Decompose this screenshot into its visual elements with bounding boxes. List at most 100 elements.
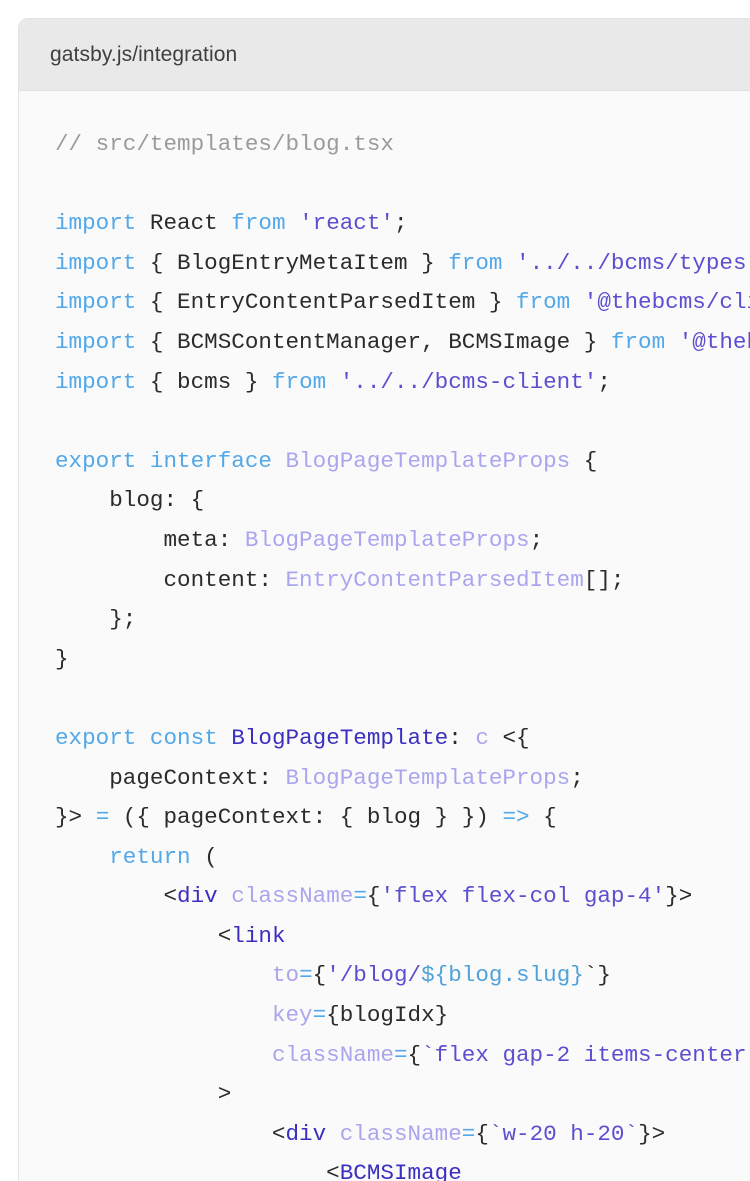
code-token: { xyxy=(529,804,557,831)
code-token: '@thebcms/components-react' xyxy=(678,328,750,355)
code-token: BlogPageTemplate xyxy=(231,724,449,751)
code-line: import { BCMSContentManager, BCMSImage }… xyxy=(55,329,750,355)
code-line: blog: { xyxy=(55,487,204,513)
code-token: = xyxy=(353,883,367,910)
code-token: pageContext: xyxy=(55,764,286,791)
code-token: className xyxy=(271,1041,394,1068)
code-token: EntryContentParsedItem xyxy=(285,566,584,593)
code-token: to xyxy=(271,962,300,989)
code-token: return xyxy=(109,843,191,870)
code-token: `} xyxy=(583,962,611,989)
code-line: export interface BlogPageTemplateProps { xyxy=(55,448,597,474)
code-token: BCMSImage xyxy=(339,1160,462,1181)
code-token: import xyxy=(55,328,137,355)
code-line: <div className={`w-20 h-20`}> xyxy=(55,1121,665,1147)
code-token: { xyxy=(570,447,598,474)
code-token: import xyxy=(55,249,137,276)
code-token: = xyxy=(393,1041,408,1068)
code-token: from xyxy=(610,328,666,355)
screenshot-page: gatsby.js/integration // src/templates/b… xyxy=(0,0,750,1181)
code-token: }> xyxy=(665,883,693,910)
code-line: export const BlogPageTemplate: c <{ xyxy=(55,725,530,751)
code-line: import { BlogEntryMetaItem } from '../..… xyxy=(55,250,750,276)
code-token: }> xyxy=(638,1120,666,1147)
code-line: } xyxy=(55,646,69,672)
code-line: }; xyxy=(55,606,136,632)
code-token: < xyxy=(55,883,178,910)
code-line: // src/templates/blog.tsx xyxy=(55,131,394,157)
code-line: > xyxy=(55,1081,232,1108)
code-line: meta: BlogPageTemplateProps; xyxy=(55,527,543,553)
code-token: from xyxy=(448,249,503,276)
code-token: `w-20 h-20` xyxy=(488,1120,639,1147)
code-snippet-card: gatsby.js/integration // src/templates/b… xyxy=(18,18,750,1181)
code-line: <link xyxy=(55,923,286,949)
code-token: []; xyxy=(583,566,625,593)
code-token: div xyxy=(285,1120,327,1147)
code-token: import xyxy=(55,368,137,395)
code-line: <BCMSImage xyxy=(55,1160,462,1181)
code-line: import React from 'react'; xyxy=(55,210,408,236)
code-token: ({ pageContext: { blog } }) xyxy=(109,804,503,831)
code-token: `flex gap-2 items-center` xyxy=(421,1041,750,1068)
code-line: to={'/blog/${blog.slug}`} xyxy=(55,962,611,988)
code-token: link xyxy=(231,922,286,949)
code-token: '@thebcms/client' xyxy=(583,289,750,316)
code-line: }> = ({ pageContext: { blog } }) => { xyxy=(55,804,557,830)
code-token: ${blog.slug} xyxy=(421,962,584,989)
code-token: className xyxy=(231,883,354,910)
code-line: return ( xyxy=(55,843,218,870)
code-block[interactable]: // src/templates/blog.tsx import React f… xyxy=(19,125,750,1181)
code-card-body: // src/templates/blog.tsx import React f… xyxy=(19,91,750,1181)
code-line: import { EntryContentParsedItem } from '… xyxy=(55,289,750,315)
code-token: > xyxy=(55,1081,232,1108)
code-token: const xyxy=(149,724,218,751)
code-token: < xyxy=(55,922,232,949)
code-token: ; xyxy=(597,368,611,395)
code-token: <{ xyxy=(488,724,530,751)
code-token: '../../bcms/types' xyxy=(516,249,750,276)
code-card-header: gatsby.js/integration xyxy=(19,19,750,91)
code-token: { xyxy=(366,883,381,910)
code-token: { bcms } xyxy=(136,368,272,395)
code-token: meta: xyxy=(55,526,245,553)
code-token: className xyxy=(339,1120,462,1147)
code-token: { EntryContentParsedItem } xyxy=(136,289,516,316)
code-token: ; xyxy=(394,210,408,237)
code-line: <div className={'flex flex-col gap-4'}> xyxy=(55,883,692,909)
code-line: key={blogIdx} xyxy=(55,1002,448,1028)
code-token: 'flex flex-col gap-4' xyxy=(380,883,666,910)
code-token: { xyxy=(407,1041,422,1068)
code-token: : xyxy=(448,724,476,751)
code-token: = xyxy=(312,1002,327,1029)
code-token: }> xyxy=(55,804,96,831)
code-token: from xyxy=(231,210,286,237)
code-token: < xyxy=(55,1160,340,1181)
code-token: { xyxy=(312,962,327,989)
code-token: '/blog/ xyxy=(326,962,422,989)
code-token: content: xyxy=(55,566,286,593)
code-token: { BlogEntryMetaItem } xyxy=(136,249,449,276)
code-token: key xyxy=(271,1002,313,1029)
code-token: < xyxy=(55,1120,286,1147)
code-token: = xyxy=(299,962,313,989)
code-token: ( xyxy=(190,843,218,870)
code-token: = xyxy=(95,804,110,831)
code-token: { BCMSContentManager, BCMSImage } xyxy=(136,328,611,355)
code-card-title: gatsby.js/integration xyxy=(50,42,238,66)
code-token: React xyxy=(136,210,232,237)
code-line: content: EntryContentParsedItem[]; xyxy=(55,567,624,593)
code-token: BlogPageTemplateProps xyxy=(244,526,530,553)
